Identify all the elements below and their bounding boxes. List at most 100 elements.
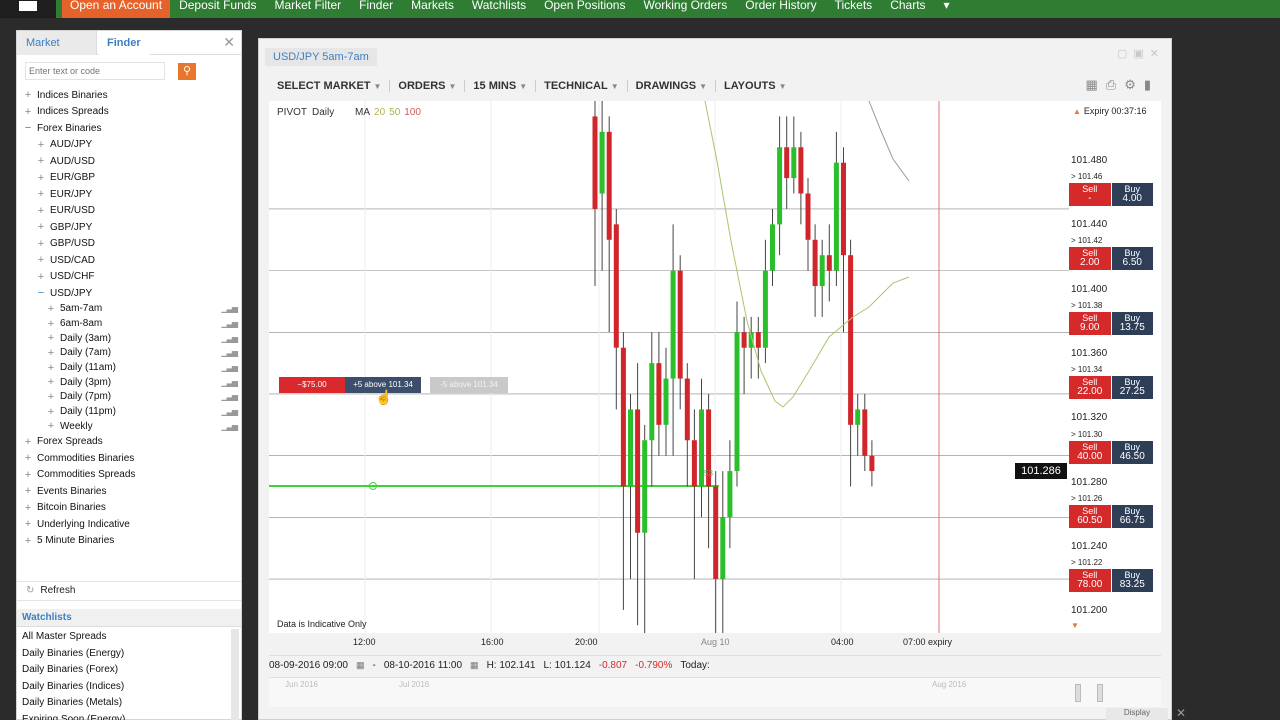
chart-icon[interactable]: ▁▃▅ (222, 378, 239, 387)
tree-item[interactable]: +5am-7am ▁▃▅ (23, 302, 239, 317)
tree-item[interactable]: + AUD/JPY (23, 137, 237, 154)
tree-item[interactable]: − USD/JPY (23, 285, 237, 302)
nav-markets[interactable]: Markets (402, 0, 463, 18)
position-chip[interactable]: −$75.00 +5 above 101.34 -5 above 101.34 (279, 377, 508, 393)
buy-button[interactable]: Buy 6.50 (1111, 247, 1153, 270)
display-button[interactable]: Display (1106, 708, 1168, 720)
select-market-menu[interactable]: SELECT MARKET ▼ (269, 80, 391, 92)
image-icon[interactable]: ▦ (1085, 77, 1105, 92)
tree-item[interactable]: + Daily (11pm) ▁▃▅ (23, 404, 239, 419)
technical-menu[interactable]: TECHNICAL ▼ (536, 80, 628, 92)
tree-item[interactable]: + EUR/USD (23, 203, 237, 220)
watchlist-item[interactable]: Daily Binaries (Indices) (17, 679, 229, 696)
chart-icon[interactable]: ▁▃▅ (222, 363, 239, 372)
expand-icon[interactable]: + (36, 188, 46, 200)
expand-icon[interactable]: + (36, 271, 46, 283)
open-account-button[interactable]: Open an Account (62, 0, 171, 18)
expand-icon[interactable]: + (36, 238, 46, 250)
refresh-button[interactable]: ↻ Refresh (17, 581, 241, 601)
expand-icon[interactable]: + (36, 254, 46, 266)
expand-icon[interactable]: + (23, 535, 33, 547)
comment-icon[interactable]: ▮ (1144, 77, 1159, 92)
expand-icon[interactable]: + (46, 362, 56, 374)
expand-icon[interactable]: + (46, 420, 56, 432)
expand-icon[interactable]: + (46, 406, 56, 418)
chart-icon[interactable]: ▁▃▅ (222, 392, 239, 401)
tree-item[interactable]: + Indices Spreads (23, 104, 237, 121)
sell-button[interactable]: Sell 9.00 (1069, 312, 1111, 335)
tree-item[interactable]: + Forex Spreads (23, 434, 237, 451)
orders-menu[interactable]: ORDERS ▼ (390, 80, 466, 92)
tree-item[interactable]: + EUR/JPY (23, 186, 237, 203)
buy-button[interactable]: Buy 13.75 (1111, 312, 1153, 335)
watchlists-scrollbar[interactable] (231, 629, 239, 720)
expand-icon[interactable]: + (46, 376, 56, 388)
tree-item[interactable]: + Commodities Binaries (23, 450, 237, 467)
tab-finder[interactable]: Finder (98, 31, 150, 55)
tree-item[interactable]: + Events Binaries (23, 483, 237, 500)
nav-deposit-funds[interactable]: Deposit Funds (170, 0, 265, 18)
buy-button[interactable]: Buy 66.75 (1111, 505, 1153, 528)
layouts-menu[interactable]: LAYOUTS ▼ (716, 80, 794, 92)
close-icon[interactable]: ✕ (223, 34, 235, 51)
buy-button[interactable]: Buy 46.50 (1111, 441, 1153, 464)
maximize-icon[interactable]: ▢ (1117, 48, 1133, 60)
chart-title[interactable]: USD/JPY 5am-7am (265, 48, 377, 66)
expand-icon[interactable]: + (46, 391, 56, 403)
buy-button[interactable]: Buy 4.00 (1111, 183, 1153, 206)
calendar-icon[interactable]: ▦ (356, 660, 365, 671)
buy-button[interactable]: Buy 83.25 (1111, 569, 1153, 592)
price-chart[interactable]: PIVOT Daily MA 20 50 100 −$75.00 +5 above 10… (269, 101, 1069, 633)
close-icon[interactable]: ✕ (1176, 706, 1186, 720)
buy-button[interactable]: Buy 27.25 (1111, 376, 1153, 399)
chart-icon[interactable]: ▁▃▅ (222, 407, 239, 416)
range-to[interactable]: 08-10-2016 11:00 (384, 660, 462, 671)
gear-icon[interactable]: ⚙ (1124, 77, 1144, 92)
watchlists-header[interactable]: Watchlists (17, 609, 241, 627)
tree-item[interactable]: + GBP/USD (23, 236, 237, 253)
watchlist-item[interactable]: Daily Binaries (Forex) (17, 662, 229, 679)
tab-market-filter[interactable]: Market Filter (17, 31, 97, 73)
tree-item[interactable]: + Commodities Spreads (23, 467, 237, 484)
watchlist-item[interactable]: Expiring Soon (Energy) (17, 712, 229, 720)
tree-item[interactable]: +6am-8am ▁▃▅ (23, 316, 238, 331)
nav-finder[interactable]: Finder (350, 0, 402, 18)
chart-window-titlebar[interactable]: USD/JPY 5am-7am ▢▣✕ (259, 39, 1171, 73)
expand-icon[interactable]: + (46, 318, 56, 330)
navigator-handle-left[interactable] (1075, 684, 1081, 702)
search-input[interactable] (25, 62, 165, 80)
chart-icon[interactable]: ▁▃▅ (222, 304, 239, 313)
nav-market-filter[interactable]: Market Filter (265, 0, 350, 18)
tree-item[interactable]: + Indices Binaries (23, 87, 237, 104)
sell-button[interactable]: Sell 40.00 (1069, 441, 1111, 464)
range-from[interactable]: 08-09-2016 09:00 (269, 660, 348, 671)
chart-icon[interactable]: ▁▃▅ (222, 334, 239, 343)
interval-menu[interactable]: 15 MINS ▼ (465, 80, 537, 92)
expand-icon[interactable]: + (23, 106, 33, 118)
restore-icon[interactable]: ▣ (1133, 48, 1149, 60)
position-pnl[interactable]: −$75.00 (279, 377, 345, 393)
expand-icon[interactable]: + (36, 139, 46, 151)
drawings-menu[interactable]: DRAWINGS ▼ (628, 80, 717, 92)
print-icon[interactable]: ⎙ (1106, 77, 1124, 92)
calendar-icon[interactable]: ▦ (470, 660, 479, 671)
nav-order-history[interactable]: Order History (736, 0, 825, 18)
sell-button[interactable]: Sell - (1069, 183, 1111, 206)
expand-icon[interactable]: + (36, 172, 46, 184)
ghost-order-chip[interactable]: -5 above 101.34 (430, 377, 508, 393)
expand-icon[interactable]: + (23, 436, 33, 448)
expand-icon[interactable]: + (36, 221, 46, 233)
chart-icon[interactable]: ▁▃▅ (222, 422, 239, 431)
sell-button[interactable]: Sell 78.00 (1069, 569, 1111, 592)
tree-item[interactable]: + Underlying Indicative (23, 516, 237, 533)
expand-icon[interactable]: + (23, 89, 33, 101)
tree-item[interactable]: + Daily (3am) ▁▃▅ (23, 331, 239, 346)
triangle-down-icon[interactable]: ▼ (1071, 621, 1079, 630)
chart-navigator[interactable]: Jun 2016 Jul 2016 Aug 2016 (269, 677, 1161, 707)
tree-item[interactable]: + Daily (11am) ▁▃▅ (23, 360, 239, 375)
chart-icon[interactable]: ▁▃▅ (222, 348, 239, 357)
search-button[interactable]: ⚲ (178, 63, 196, 80)
expand-icon[interactable]: + (23, 502, 33, 514)
expand-icon[interactable]: + (23, 518, 33, 530)
close-window-icon[interactable]: ✕ (1150, 48, 1165, 60)
